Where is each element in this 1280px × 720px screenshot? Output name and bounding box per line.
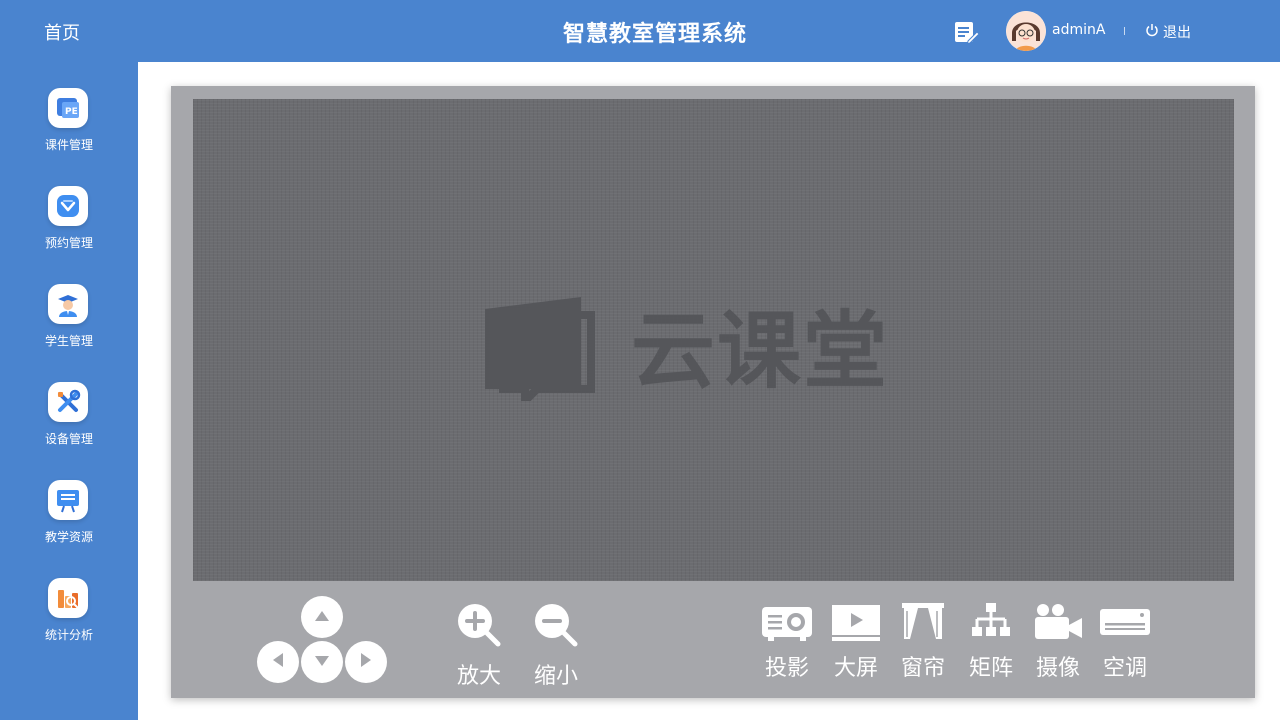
sidebar: PE 课件管理 预约管理 学生管理 设备管理 教学资源 统计分析 [0,62,138,720]
sidebar-item-reservation[interactable]: 预约管理 [0,186,138,264]
username[interactable]: adminA [1052,22,1105,38]
avatar[interactable] [1006,11,1046,51]
curtain-icon [893,600,953,644]
device-label: 投影 [764,656,809,681]
dpad-left-button[interactable] [257,641,299,683]
dpad-right-button[interactable] [345,641,387,683]
device-label: 摄像 [1035,656,1080,681]
arrow-down-icon [313,653,331,672]
device-projector-button[interactable]: 投影 [757,600,817,682]
zoom-in-icon [454,604,504,654]
device-air-conditioner-button[interactable]: 空调 [1095,600,1155,682]
dpad-down-button[interactable] [301,641,343,683]
arrow-right-icon [359,651,373,673]
top-bar: 首页 智慧教室管理系统 adminA 退出 [0,0,1280,62]
dpad-up-button[interactable] [301,596,343,638]
power-icon [1145,23,1159,41]
arrow-left-icon [271,651,285,673]
sidebar-item-devices[interactable]: 设备管理 [0,382,138,460]
device-curtain-button[interactable]: 窗帘 [893,600,953,682]
book-chat-icon [485,297,597,411]
sidebar-item-label: 设备管理 [44,432,93,446]
sidebar-item-label: 预约管理 [44,236,93,250]
reservation-icon [48,186,88,226]
edit-note-icon[interactable] [953,19,980,45]
logout-label: 退出 [1163,25,1191,41]
display-screen[interactable]: 云课堂 [193,99,1234,581]
device-big-screen-button[interactable]: 大屏 [826,600,886,682]
sidebar-item-statistics[interactable]: 统计分析 [0,578,138,656]
device-camera-button[interactable]: 摄像 [1028,600,1088,682]
projector-icon [757,600,817,644]
main-panel: 云课堂 放大 缩小 投影 大屏 窗帘 矩阵 摄像 空调 [171,86,1255,698]
brand-name: 云课堂 [631,302,890,400]
arrow-up-icon [313,608,331,627]
header-divider [1124,27,1125,35]
air-conditioner-icon [1095,600,1155,644]
zoom-out-button[interactable]: 缩小 [526,600,586,690]
brand-logo: 云课堂 [485,297,890,411]
device-label: 矩阵 [968,656,1013,681]
sidebar-item-students[interactable]: 学生管理 [0,284,138,362]
zoom-out-icon [531,604,581,654]
sidebar-item-label: 教学资源 [44,530,93,544]
resource-board-icon [48,480,88,520]
zoom-in-button[interactable]: 放大 [449,600,509,690]
statistics-icon [48,578,88,618]
camera-icon [1028,600,1088,644]
device-label: 空调 [1102,656,1147,681]
sidebar-item-resources[interactable]: 教学资源 [0,480,138,558]
courseware-icon: PE [48,88,88,128]
student-icon [48,284,88,324]
device-matrix-button[interactable]: 矩阵 [961,600,1021,682]
sidebar-item-label: 课件管理 [44,138,93,152]
sidebar-item-label: 学生管理 [44,334,93,348]
logout-button[interactable]: 退出 [1145,22,1191,42]
sidebar-item-courseware[interactable]: PE 课件管理 [0,88,138,166]
big-screen-icon [826,600,886,644]
device-label: 大屏 [833,656,878,681]
device-label: 窗帘 [900,656,945,681]
sidebar-item-label: 统计分析 [44,628,93,642]
svg-text:PE: PE [65,107,78,117]
tools-icon [48,382,88,422]
zoom-out-label: 缩小 [533,664,578,689]
matrix-icon [961,600,1021,644]
zoom-in-label: 放大 [456,664,501,689]
